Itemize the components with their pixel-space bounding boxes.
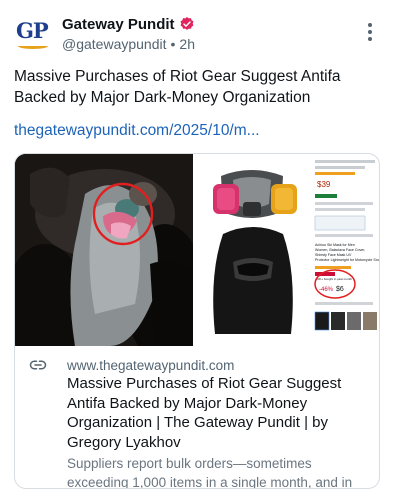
listing-price: $39 xyxy=(317,180,331,189)
listing-title-2: Women, Balaclava Face Cover, xyxy=(315,248,365,252)
post-header: GP Gateway Pundit @gatewaypundit • 2h xyxy=(14,12,380,56)
avatar[interactable]: GP xyxy=(14,14,54,54)
meta-separator: • xyxy=(170,36,176,52)
card-title[interactable]: Massive Purchases of Riot Gear Suggest A… xyxy=(67,374,367,452)
link-preview-card[interactable]: $39 Achiou Ski Mask for Men Women, Balac… xyxy=(14,153,380,489)
listing-bought: 10K+ bought in past month xyxy=(316,277,352,281)
product-collage: $39 Achiou Ski Mask for Men Women, Balac… xyxy=(193,154,380,346)
card-domain[interactable]: www.thegatewaypundit.com xyxy=(67,358,234,373)
author-info: Gateway Pundit @gatewaypundit • 2h xyxy=(62,14,195,54)
card-domain-row: www.thegatewaypundit.com xyxy=(29,356,367,374)
card-body: www.thegatewaypundit.com Massive Purchas… xyxy=(15,346,379,489)
display-name[interactable]: Gateway Pundit xyxy=(62,16,175,33)
listing-discount: -46% xyxy=(319,287,334,293)
listing-title-3: Shiesty Face Mask UV xyxy=(315,253,352,257)
verified-badge-icon xyxy=(180,17,193,30)
listing-title-4: Protector Lightweight for Motorcycle Sno… xyxy=(315,258,380,262)
more-vertical-icon[interactable] xyxy=(360,22,380,42)
avatar-swoosh xyxy=(18,43,48,49)
post-time[interactable]: 2h xyxy=(179,36,195,52)
crowd-photo xyxy=(15,154,193,346)
avatar-logo-text: GP xyxy=(16,18,49,43)
post-text: Massive Purchases of Riot Gear Suggest A… xyxy=(14,68,341,106)
listing-title-1: Achiou Ski Mask for Men xyxy=(315,243,355,247)
product-collage-art: $39 Achiou Ski Mask for Men Women, Balac… xyxy=(193,154,380,346)
link-icon xyxy=(29,360,47,370)
listing-sale-price: $6 xyxy=(336,286,344,293)
card-description: Suppliers report bulk orders—sometimes e… xyxy=(67,456,353,489)
card-image[interactable]: $39 Achiou Ski Mask for Men Women, Balac… xyxy=(15,154,380,346)
account-handle[interactable]: @gatewaypundit xyxy=(62,36,167,52)
crowd-photo-art xyxy=(15,154,193,346)
post-link[interactable]: thegatewaypundit.com/2025/10/m... xyxy=(14,120,260,141)
